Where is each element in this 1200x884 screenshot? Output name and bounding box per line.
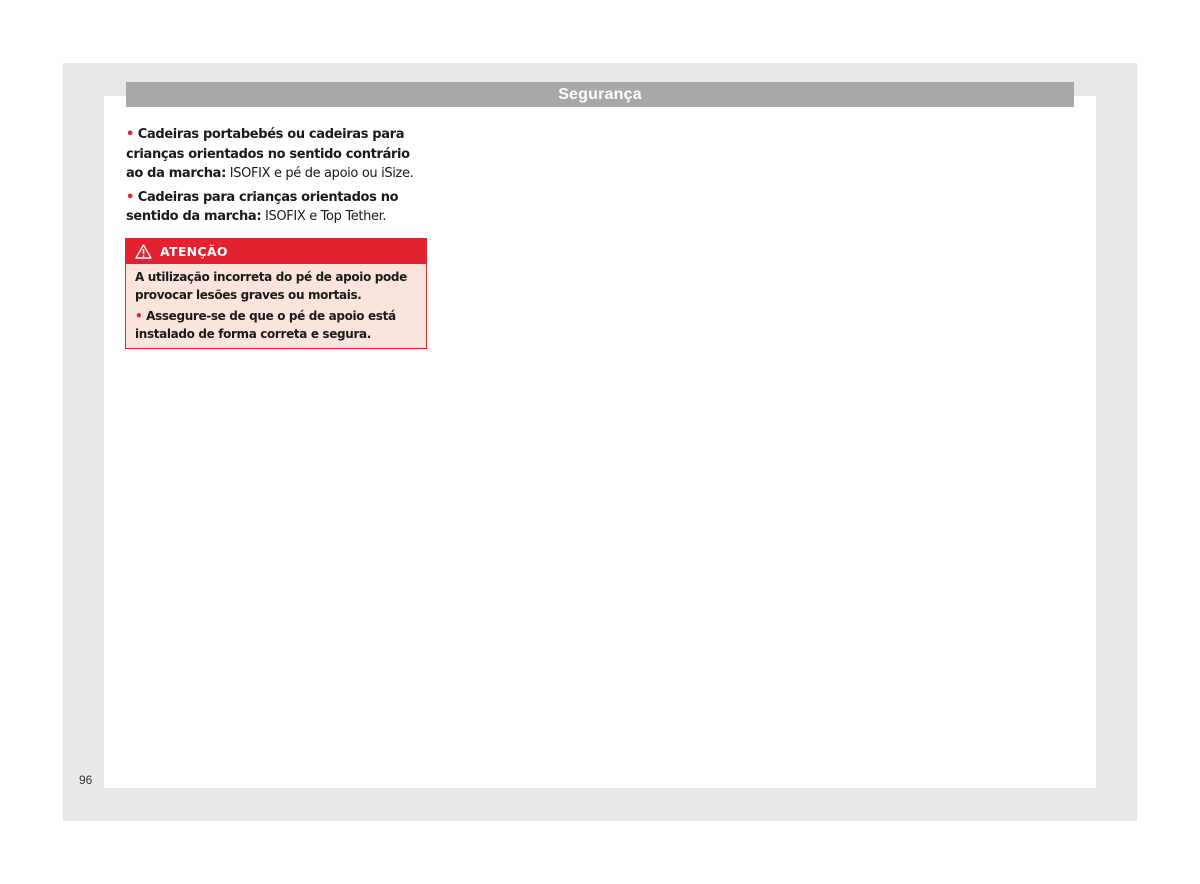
list-item-text: ISOFIX e Top Tether.: [261, 209, 387, 224]
bullet-icon: •: [126, 189, 134, 205]
warning-list-item: • Assegure-se de que o pé de apoio está …: [135, 308, 418, 343]
warning-header: ATENÇÃO: [126, 239, 426, 264]
bullet-icon: •: [126, 127, 134, 142]
bullet-icon: •: [135, 309, 143, 323]
warning-item-text: Assegure-se de que o pé de apoio está in…: [135, 309, 396, 341]
body-text: • Cadeiras portabebés ou cadeiras para c…: [126, 125, 426, 231]
warning-body: A utilização incorreta do pé de apoio po…: [126, 264, 426, 348]
warning-title: ATENÇÃO: [160, 244, 228, 259]
list-item: • Cadeiras para crianças orientados no s…: [126, 188, 426, 227]
warning-box: ATENÇÃO A utilização incorreta do pé de …: [125, 238, 427, 349]
warning-intro: A utilização incorreta do pé de apoio po…: [135, 270, 407, 302]
list-item-text: ISOFIX e pé de apoio ou iSize.: [225, 166, 414, 181]
section-header: Segurança: [126, 82, 1074, 107]
list-item: • Cadeiras portabebés ou cadeiras para c…: [126, 125, 426, 184]
page-number: 96: [79, 773, 93, 787]
warning-triangle-icon: [135, 244, 152, 259]
section-title: Segurança: [558, 86, 642, 103]
